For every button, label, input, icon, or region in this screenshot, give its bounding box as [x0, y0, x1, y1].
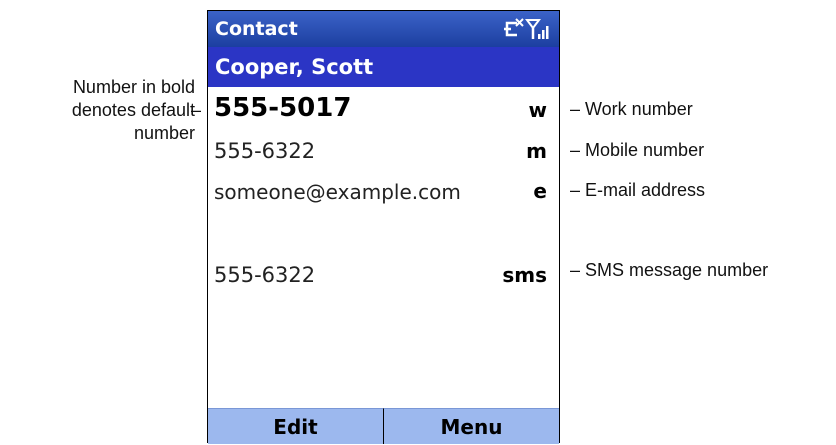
note-line-1: Number in bold — [72, 77, 195, 97]
no-connection-icon — [504, 18, 524, 37]
email-address-annotation: – E-mail address — [570, 180, 706, 200]
note-line-2: denotes default — [71, 100, 195, 120]
default-number-note: Number in bold denotes default number – — [0, 76, 201, 145]
email-address-row[interactable]: someone@example.com e — [208, 172, 559, 252]
sms-number-value: 555-6322 — [214, 263, 316, 287]
mobile-number-row[interactable]: 555-6322 m — [208, 132, 559, 172]
email-address-value: someone@example.com — [214, 180, 461, 204]
mobile-number-annotation: – Mobile number — [570, 140, 705, 160]
work-number-value: 555-5017 — [214, 93, 352, 123]
softkey-bar: Edit Menu — [208, 408, 559, 444]
work-number-code: w — [528, 98, 547, 122]
contact-detail-list: 555-5017 w 555-6322 m someone@example.co… — [208, 87, 559, 296]
sms-number-row[interactable]: 555-6322 sms — [208, 252, 559, 296]
sms-number-annotation: – SMS message number — [570, 260, 769, 280]
menu-softkey[interactable]: Menu — [384, 408, 559, 444]
app-title: Contact — [215, 18, 298, 40]
work-number-annotation: – Work number — [570, 99, 693, 119]
contact-name: Cooper, Scott — [215, 55, 374, 79]
edit-softkey[interactable]: Edit — [208, 408, 384, 444]
note-line-3: number — [133, 123, 195, 143]
sms-number-code: sms — [502, 263, 547, 287]
status-icons — [504, 18, 549, 39]
contact-name-bar[interactable]: Cooper, Scott — [208, 47, 559, 87]
title-bar: Contact — [208, 11, 559, 47]
phone-screen: Contact Cooper, Scott 555-5017 w 555-632… — [207, 10, 560, 444]
work-number-row[interactable]: 555-5017 w — [208, 87, 559, 132]
email-address-code: e — [533, 179, 547, 203]
signal-strength-icon — [525, 19, 549, 39]
mobile-number-value: 555-6322 — [214, 139, 316, 163]
mobile-number-code: m — [526, 139, 547, 163]
note-dash: – — [190, 100, 201, 120]
